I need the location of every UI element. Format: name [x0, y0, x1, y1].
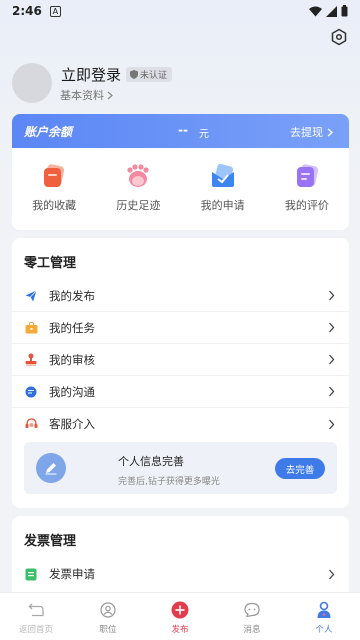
chevron-right-icon	[329, 386, 335, 397]
chat-icon	[24, 385, 38, 399]
invoice-icon	[24, 567, 38, 581]
tab-label: 消息	[243, 625, 261, 635]
tab-home[interactable]: 返回首页	[0, 593, 72, 640]
balance-title: 账户余额	[24, 124, 73, 139]
hexagon-settings-icon	[331, 28, 347, 46]
tab-jobs[interactable]: 职位	[72, 593, 144, 640]
quick-action-label: 历史足迹	[116, 199, 161, 212]
section-title: 发票管理	[24, 534, 77, 549]
favorites-icon	[44, 164, 65, 187]
quick-action-footprint[interactable]: 历史足迹	[96, 162, 180, 213]
chevron-right-icon	[329, 322, 335, 333]
tab-profile[interactable]: 个人	[288, 593, 360, 640]
tab-label: 发布	[171, 625, 189, 635]
tab-label: 个人	[315, 625, 333, 635]
menu-item-label: 发票申请	[49, 567, 95, 581]
gig-menu-list: 我的发布 我的任务 我的审核 我的沟通 客服介入	[12, 280, 349, 440]
balance-unit: 元	[199, 129, 209, 140]
chevron-right-icon	[329, 354, 335, 365]
person-icon	[315, 601, 333, 619]
chevron-right-icon	[107, 91, 113, 99]
badge-label: 未认证	[140, 71, 168, 81]
menu-item-my-tasks[interactable]: 我的任务	[12, 312, 349, 344]
paper-plane-icon	[24, 289, 38, 303]
battery-icon	[341, 5, 348, 17]
menu-item-label: 我的审核	[49, 352, 95, 367]
profile-completion-banner: 个人信息完善 完善后,钻子获得更多曝光 去完善	[24, 442, 337, 494]
invoice-menu-list: 发票申请	[12, 558, 349, 590]
tab-publish[interactable]: 发布	[144, 593, 216, 640]
basic-info-link[interactable]: 基本资料	[60, 87, 113, 103]
edit-icon	[36, 453, 66, 483]
balance-card: 账户余额 -- 元 去提现 我的收藏 历史足迹 我的申请 我的评价	[12, 114, 349, 230]
tab-label: 返回首页	[18, 625, 53, 635]
quick-action-label: 我的申请	[200, 199, 245, 212]
notification-a-icon: A	[49, 5, 61, 17]
review-icon	[296, 164, 319, 187]
status-time: 2:46	[12, 4, 42, 18]
signal-icon	[326, 5, 337, 17]
shield-icon	[130, 70, 138, 79]
bottom-tab-bar: 返回首页 职位 发布 消息 个人	[0, 592, 360, 640]
quick-action-label: 我的收藏	[32, 199, 77, 212]
menu-item-label: 我的发布	[49, 288, 95, 303]
menu-item-my-reviews[interactable]: 我的审核	[12, 344, 349, 376]
return-icon	[27, 601, 45, 619]
menu-item-label: 我的任务	[49, 320, 95, 335]
headset-icon	[24, 417, 38, 431]
chevron-right-icon	[329, 290, 335, 301]
promo-title: 个人信息完善	[118, 455, 184, 468]
menu-item-my-posts[interactable]: 我的发布	[12, 280, 349, 312]
job-icon	[99, 601, 117, 619]
quick-action-reviews[interactable]: 我的评价	[265, 162, 349, 213]
chevron-right-icon	[327, 128, 333, 136]
quick-actions: 我的收藏 历史足迹 我的申请 我的评价	[12, 162, 349, 213]
basic-info-label: 基本资料	[60, 89, 104, 102]
login-link[interactable]: 立即登录	[61, 64, 121, 85]
stamp-icon	[24, 353, 38, 367]
menu-item-label: 我的沟通	[49, 384, 95, 399]
publish-plus-icon	[171, 601, 189, 619]
verification-badge: 未认证	[126, 67, 173, 82]
section-title: 零工管理	[24, 256, 77, 271]
menu-item-invoice-request[interactable]: 发票申请	[12, 558, 349, 590]
status-bar: 2:46 A	[0, 0, 360, 22]
menu-item-label: 客服介入	[49, 417, 95, 431]
complete-profile-button[interactable]: 去完善	[275, 458, 325, 479]
settings-button[interactable]	[330, 28, 348, 46]
tab-messages[interactable]: 消息	[216, 593, 288, 640]
tab-label: 职位	[99, 625, 117, 635]
footprint-icon	[127, 164, 149, 187]
promo-subtitle: 完善后,钻子获得更多曝光	[118, 477, 220, 487]
wifi-icon	[309, 6, 322, 16]
quick-action-label: 我的评价	[284, 199, 329, 212]
gig-management-card: 零工管理 我的发布 我的任务 我的审核 我的沟通 客服介入 个人信息完善 完善后…	[12, 238, 349, 508]
briefcase-icon	[24, 321, 38, 335]
withdraw-label: 去提现	[290, 126, 323, 139]
quick-action-favorites[interactable]: 我的收藏	[12, 162, 96, 213]
message-icon	[243, 601, 261, 619]
chevron-right-icon	[329, 569, 335, 579]
balance-amount: --	[178, 123, 188, 137]
menu-item-my-communication[interactable]: 我的沟通	[12, 376, 349, 408]
application-icon	[211, 163, 234, 187]
menu-item-customer-service[interactable]: 客服介入	[12, 408, 349, 440]
avatar[interactable]	[12, 63, 52, 103]
balance-bar: 账户余额 -- 元 去提现	[12, 114, 349, 148]
quick-action-applications[interactable]: 我的申请	[181, 162, 265, 213]
chevron-right-icon	[329, 419, 335, 429]
withdraw-button[interactable]: 去提现	[290, 124, 333, 140]
